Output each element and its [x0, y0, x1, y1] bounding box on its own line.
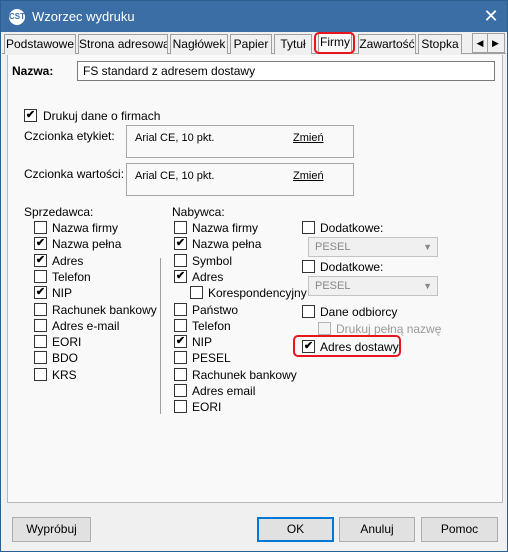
app-icon: CST	[9, 9, 25, 25]
divider	[160, 258, 161, 414]
cancel-button[interactable]: Anuluj	[339, 517, 415, 542]
label-font-box: Arial CE, 10 pkt. Zmień	[126, 125, 354, 158]
seller-label-2: Adres	[52, 253, 84, 268]
tab-papier[interactable]: Papier	[230, 34, 272, 54]
label-font-value: Arial CE, 10 pkt.	[135, 132, 215, 144]
buyer-label-7: NIP	[192, 335, 213, 350]
seller-label-0: Nazwa firmy	[52, 221, 119, 235]
seller-checkbox-7[interactable]	[34, 335, 47, 349]
seller-title: Sprzedawca:	[24, 205, 94, 219]
print-companies-label: Drukuj dane o firmach	[43, 109, 161, 123]
dialog-window: CST Wzorzec wydruku ✕ Podstawowe Strona …	[0, 0, 508, 552]
additional1-select-value: PESEL	[315, 241, 351, 253]
buyer-label-5: Państwo	[192, 302, 239, 317]
close-icon[interactable]: ✕	[479, 4, 503, 28]
seller-label-5: Rachunek bankowy	[52, 302, 157, 317]
recipient-label: Dane odbiorcy	[320, 305, 398, 319]
additional1-label: Dodatkowe:	[320, 221, 384, 235]
buyer-label-8: PESEL	[192, 351, 231, 366]
buyer-checkbox-9[interactable]	[174, 367, 187, 381]
tab-naglowek[interactable]: Nagłówek	[170, 34, 228, 54]
seller-label-3: Telefon	[52, 269, 91, 284]
seller-label-7: EORI	[52, 335, 82, 350]
seller-checkbox-4[interactable]: ✔	[34, 286, 47, 300]
scroll-left-icon[interactable]: ◀	[473, 34, 488, 52]
print-companies-checkbox[interactable]: ✔	[24, 109, 37, 122]
additional1-select[interactable]: PESEL ▼	[308, 237, 438, 257]
buyer-label-1: Nazwa pełna	[192, 237, 262, 252]
tab-panel: Nazwa: FS standard z adresem dostawy ✔ D…	[7, 55, 503, 503]
value-font-box: Arial CE, 10 pkt. Zmień	[126, 163, 354, 196]
tab-strona-adresowa[interactable]: Strona adresowa	[78, 34, 168, 54]
chevron-down-icon: ▼	[423, 281, 432, 291]
print-full-name-label: Drukuj pełną nazwę	[336, 322, 442, 336]
buyer-label-6: Telefon	[192, 318, 231, 333]
tab-strip: Podstawowe Strona adresowa Nagłówek Papi…	[2, 32, 506, 54]
buyer-checkbox-10[interactable]	[174, 384, 187, 397]
seller-checkbox-0[interactable]	[34, 221, 47, 234]
seller-label-4: NIP	[52, 286, 73, 301]
delivery-address-highlight	[293, 335, 401, 357]
tab-scroll: ◀ ▶	[472, 33, 505, 53]
additional2-select-value: PESEL	[315, 280, 351, 292]
ok-button[interactable]: OK	[257, 517, 334, 542]
value-font-value: Arial CE, 10 pkt.	[135, 170, 215, 182]
seller-label-6: Adres e-mail	[52, 318, 120, 333]
seller-checkbox-3[interactable]	[34, 269, 47, 283]
seller-label-9: KRS	[52, 367, 77, 382]
seller-checkbox-5[interactable]	[34, 302, 47, 316]
buyer-checkbox-3[interactable]: ✔	[174, 269, 187, 283]
buyer-label-2: Symbol	[192, 253, 233, 268]
buyer-checkbox-4[interactable]	[190, 286, 203, 300]
buyer-checkbox-1[interactable]: ✔	[174, 237, 187, 251]
value-font-change-link[interactable]: Zmień	[293, 170, 324, 182]
buyer-checkbox-8[interactable]	[174, 351, 187, 365]
seller-checkbox-6[interactable]	[34, 318, 47, 332]
name-label: Nazwa:	[12, 64, 54, 78]
additional2-select[interactable]: PESEL ▼	[308, 276, 438, 296]
tab-zawartosc[interactable]: Zawartość	[358, 34, 416, 54]
buyer-checkbox-0[interactable]	[174, 221, 187, 234]
seller-checkbox-2[interactable]: ✔	[34, 253, 47, 267]
title-bar[interactable]: CST Wzorzec wydruku ✕	[1, 1, 507, 32]
seller-checkbox-9[interactable]	[34, 367, 47, 381]
window-title: Wzorzec wydruku	[32, 9, 135, 24]
label-font-change-link[interactable]: Zmień	[293, 132, 324, 144]
additional2-label: Dodatkowe:	[320, 260, 384, 274]
tab-stopka[interactable]: Stopka	[418, 34, 462, 54]
seller-label-1: Nazwa pełna	[52, 237, 122, 252]
recipient-checkbox[interactable]	[302, 305, 315, 318]
buyer-label-0: Nazwa firmy	[192, 221, 259, 235]
preview-button[interactable]: Wypróbuj	[12, 517, 91, 542]
additional2-checkbox[interactable]	[302, 260, 315, 273]
label-font-label: Czcionka etykiet:	[24, 129, 115, 143]
seller-label-8: BDO	[52, 351, 79, 366]
help-button[interactable]: Pomoc	[421, 517, 498, 542]
seller-checkbox-1[interactable]: ✔	[34, 237, 47, 251]
buyer-checkbox-5[interactable]	[174, 302, 187, 316]
tab-podstawowe[interactable]: Podstawowe	[4, 34, 76, 54]
buyer-label-10: Adres email	[192, 384, 256, 398]
buyer-checkbox-7[interactable]: ✔	[174, 335, 187, 349]
buyer-checkbox-2[interactable]	[174, 253, 187, 267]
buyer-label-11: EORI	[192, 400, 222, 415]
chevron-down-icon: ▼	[423, 242, 432, 252]
print-full-name-checkbox[interactable]	[318, 322, 331, 335]
seller-checkbox-8[interactable]	[34, 351, 47, 365]
buyer-label-4: Korespondencyjny	[208, 286, 307, 301]
tab-tytul[interactable]: Tytuł	[274, 34, 312, 54]
tab-highlight	[314, 32, 355, 54]
buyer-label-9: Rachunek bankowy	[192, 367, 297, 382]
name-input[interactable]: FS standard z adresem dostawy	[77, 61, 495, 81]
value-font-label: Czcionka wartości:	[24, 167, 125, 181]
additional1-checkbox[interactable]	[302, 221, 315, 234]
buyer-checkbox-6[interactable]	[174, 318, 187, 332]
buyer-title: Nabywca:	[172, 205, 225, 219]
scroll-right-icon[interactable]: ▶	[488, 34, 503, 52]
buyer-label-3: Adres	[192, 269, 224, 284]
buyer-checkbox-11[interactable]	[174, 400, 187, 414]
